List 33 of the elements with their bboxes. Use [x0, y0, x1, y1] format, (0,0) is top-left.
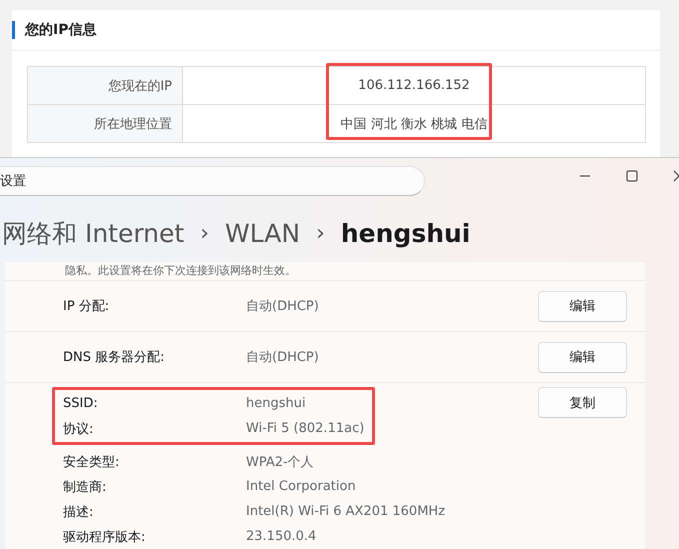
property-label: SSID: — [63, 396, 99, 411]
accent-bar — [12, 21, 15, 39]
property-value: hengshui — [246, 396, 306, 411]
property-label: 协议: — [63, 420, 94, 438]
breadcrumb-item[interactable]: 网络和 Internet — [2, 216, 184, 250]
table-cell: 您现在的IP — [28, 67, 183, 104]
property-value: Intel(R) Wi-Fi 6 AX201 160MHz — [246, 504, 446, 519]
breadcrumb-item: hengshui — [340, 218, 470, 248]
search-field[interactable]: 设置 — [0, 166, 425, 196]
table-cell-text: 中国 河北 衡水 桃城 电信 — [340, 116, 488, 134]
chevron-icon: › — [316, 220, 325, 246]
action-button[interactable]: 编辑 — [538, 342, 627, 372]
action-button[interactable]: 复制 — [538, 387, 627, 418]
property-value: 自动(DHCP) — [246, 298, 319, 315]
table-cell: 所在地理位置 — [28, 105, 183, 142]
table-cell-text: 106.112.166.152 — [357, 77, 471, 95]
property-value: 23.150.0.4 — [246, 529, 316, 544]
panel-title: 您的IP信息 — [25, 21, 96, 39]
property-label: IP 分配: — [63, 298, 110, 315]
property-label: 驱动程序版本: — [63, 528, 146, 546]
property-value: Intel Corporation — [246, 479, 356, 494]
property-value: WPA2-个人 — [246, 454, 314, 470]
info-text: 隐私。此设置将在你下次连接到该网络时生效。 — [64, 263, 297, 279]
property-label: DNS 服务器分配: — [63, 349, 166, 366]
action-button[interactable]: 编辑 — [538, 290, 627, 322]
property-label: 描述: — [63, 504, 94, 520]
property-value: 自动(DHCP) — [246, 349, 319, 366]
breadcrumb-item[interactable]: WLAN — [225, 218, 300, 248]
maximize-icon[interactable] — [626, 170, 638, 182]
property-label: 制造商: — [63, 478, 108, 496]
property-value: Wi-Fi 5 (802.11ac) — [246, 421, 364, 436]
chevron-icon: › — [200, 220, 210, 246]
property-label: 安全类型: — [63, 454, 120, 470]
